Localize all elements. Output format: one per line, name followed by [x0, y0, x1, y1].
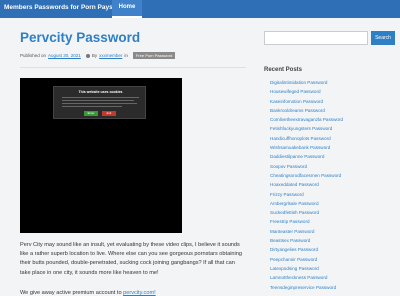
recent-post-link[interactable]: Beastsex Password [270, 238, 343, 247]
recent-post-link[interactable]: Handicuffhonoplots Password [270, 136, 343, 145]
meta-published-label: Published on [20, 53, 47, 58]
video-player[interactable]: This website uses cookies Enter Exit [20, 78, 182, 233]
recent-post-link[interactable]: Lamnottheckness Password [270, 275, 343, 284]
modal-text-line [62, 103, 137, 104]
modal-text-line [62, 97, 139, 98]
category-badge[interactable]: Free Porn Password [132, 52, 176, 59]
post-date-link[interactable]: August 30, 2021 [48, 53, 81, 58]
recent-post-link[interactable]: Bankrooldreams Password [270, 108, 343, 117]
recent-post-link[interactable]: Suckedfettish Password [270, 210, 343, 219]
enter-button[interactable]: Enter [84, 111, 98, 116]
recent-post-link[interactable]: Teensdeginpreservice Password [270, 285, 343, 294]
recent-post-link[interactable]: Kaseinfomotion Password [270, 99, 343, 108]
recent-post-link[interactable]: Daddiestilpanne Password [270, 154, 343, 163]
meta-in-label: in [124, 53, 128, 58]
recent-posts-list: Digitalintimidation Password Housewifeged… [270, 80, 343, 294]
post-title: Pervcity Password [20, 30, 141, 45]
recent-post-link[interactable]: Latexpodsing Password [270, 266, 343, 275]
recent-posts-heading: Recent Posts [264, 67, 303, 73]
pervcity-link[interactable]: pervcity.com! [123, 290, 156, 296]
modal-text-line [62, 106, 122, 107]
post-meta: Published on August 30, 2021 By xxxmembe… [20, 52, 176, 59]
recent-post-link[interactable]: Frizzy Password [270, 192, 343, 201]
modal-text-line [62, 100, 134, 101]
recent-post-link[interactable]: Fetishfuckyungsters Password [270, 126, 343, 135]
recent-post-link[interactable]: Manteaster Password [270, 229, 343, 238]
recent-post-link[interactable]: Wishsamuakebank Password [270, 145, 343, 154]
recent-post-link[interactable]: Cheatingsorodfacesmen Password [270, 173, 343, 182]
post-paragraph-2: We give away active premium account to p… [20, 290, 246, 296]
author-icon [85, 53, 90, 58]
recent-post-link[interactable]: Comlivetheextravaganzla Password [270, 117, 343, 126]
recent-post-link[interactable]: Hoaxeddated Password [270, 182, 343, 191]
search-input[interactable] [264, 31, 368, 45]
author-link[interactable]: xxxmember [99, 53, 122, 58]
nav-home-link[interactable]: Home [112, 0, 142, 18]
paragraph2-text: We give away active premium account to [20, 290, 122, 296]
post-paragraph: Perv City may sound like an insult, yet … [20, 242, 243, 276]
top-navigation-bar: Members Passwords for Porn Paysites Home [0, 0, 400, 18]
recent-post-link[interactable]: Peepchannir Password [270, 257, 343, 266]
recent-post-link[interactable]: Ambergrlsale Password [270, 201, 343, 210]
site-title[interactable]: Members Passwords for Porn Paysites [4, 4, 124, 11]
modal-title: This website uses cookies [78, 90, 123, 94]
recent-post-link[interactable]: Soopov Password [270, 164, 343, 173]
recent-post-link[interactable]: Digitalintimidation Password [270, 80, 343, 89]
exit-button[interactable]: Exit [102, 111, 116, 116]
recent-post-link[interactable]: Dirtyangelies Password [270, 247, 343, 256]
search-button[interactable]: Search [371, 31, 395, 45]
content-divider [20, 67, 246, 68]
meta-by-label: By [91, 53, 98, 58]
recent-post-link[interactable]: Housewifeged Password [270, 89, 343, 98]
cookie-consent-modal: This website uses cookies Enter Exit [53, 86, 146, 119]
recent-post-link[interactable]: Freestrip Password [270, 219, 343, 228]
